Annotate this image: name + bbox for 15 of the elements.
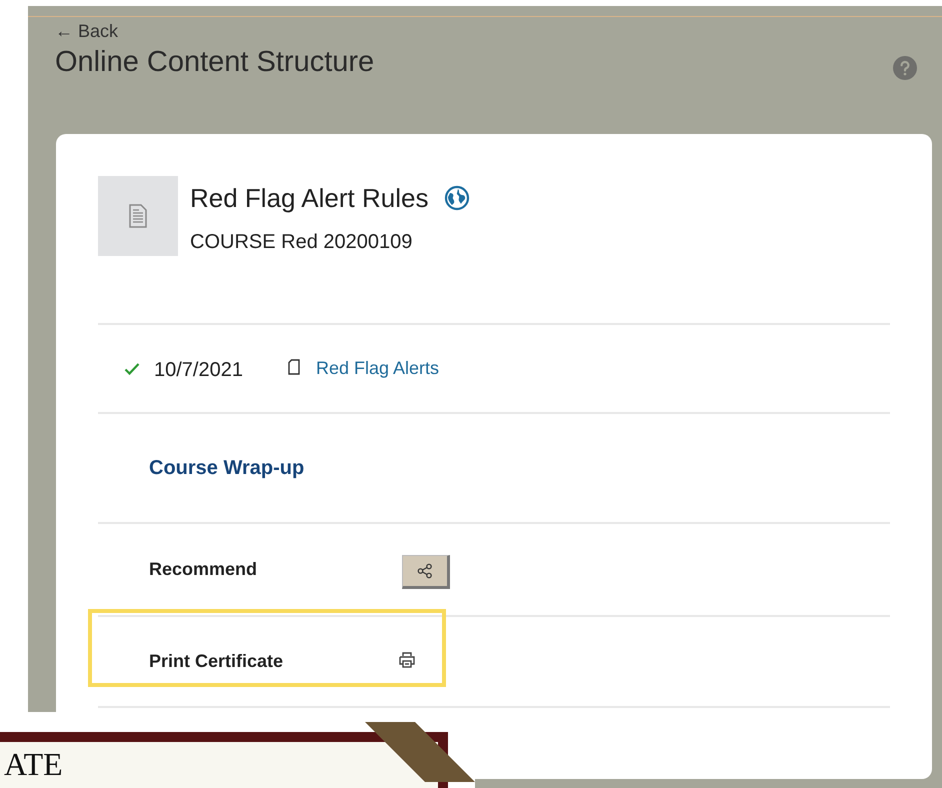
back-link[interactable]: ← Back xyxy=(55,20,118,42)
print-icon[interactable] xyxy=(398,651,416,669)
completion-date: 10/7/2021 xyxy=(154,359,243,382)
page-icon xyxy=(288,358,300,374)
action-label: Recommend xyxy=(149,559,258,580)
content-link[interactable]: Red Flag Alerts xyxy=(316,358,440,379)
course-code: COURSE Red 20200109 xyxy=(190,231,414,254)
page-title: Online Content Structure xyxy=(55,45,374,80)
action-label: Print Certificate xyxy=(149,651,284,672)
section-title: Course Wrap-up xyxy=(149,456,304,480)
share-icon xyxy=(417,562,433,578)
course-title: Red Flag Alert Rules xyxy=(190,182,428,214)
certificate-title: ATE xyxy=(4,748,63,780)
globe-icon xyxy=(444,185,470,211)
share-button[interactable] xyxy=(402,554,450,588)
